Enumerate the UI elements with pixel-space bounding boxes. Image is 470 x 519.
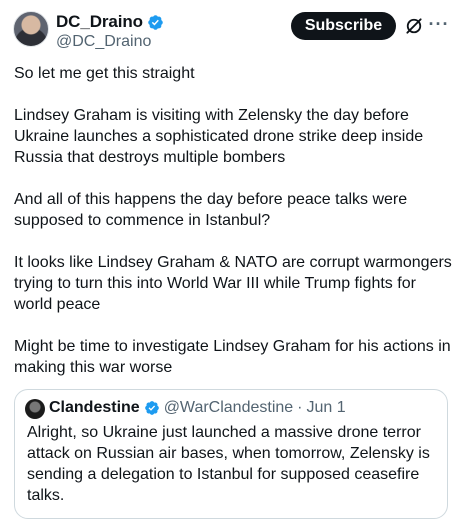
quoted-author-handle: @WarClandestine <box>163 399 294 416</box>
tweet-paragraph: It looks like Lindsey Graham & NATO are … <box>14 254 452 313</box>
subscribe-button[interactable]: Subscribe <box>291 12 396 40</box>
tweet-paragraph: And all of this happens the day before p… <box>14 191 408 229</box>
quoted-author-name: Clandestine <box>49 399 140 416</box>
author-avatar[interactable] <box>13 11 49 47</box>
tweet-text: So let me get this straight Lindsey Grah… <box>14 63 454 399</box>
grok-icon[interactable] <box>404 16 424 36</box>
tweet-paragraph: So let me get this straight <box>14 65 195 82</box>
quoted-date: Jun 1 <box>306 399 346 416</box>
separator-dot: · <box>297 399 303 416</box>
tweet-paragraph: Might be time to investigate Lindsey Gra… <box>14 338 451 376</box>
verified-badge-icon <box>148 14 163 30</box>
quoted-author-row: Clandestine @WarClandestine · Jun 1 <box>49 399 346 417</box>
tweet-paragraph: Lindsey Graham is visiting with Zelensky… <box>14 107 424 166</box>
quoted-text: Alright, so Ukraine just launched a mass… <box>27 424 430 504</box>
verified-badge-icon <box>144 401 159 415</box>
tweet-card: DC_Draino @DC_Draino Subscribe ··· So le… <box>0 0 470 519</box>
author-name-row: DC_Draino <box>56 12 164 32</box>
quoted-author-avatar <box>25 399 45 419</box>
more-options-icon[interactable]: ··· <box>428 13 450 35</box>
author-handle[interactable]: @DC_Draino <box>56 33 151 51</box>
author-display-name[interactable]: DC_Draino <box>56 12 143 32</box>
